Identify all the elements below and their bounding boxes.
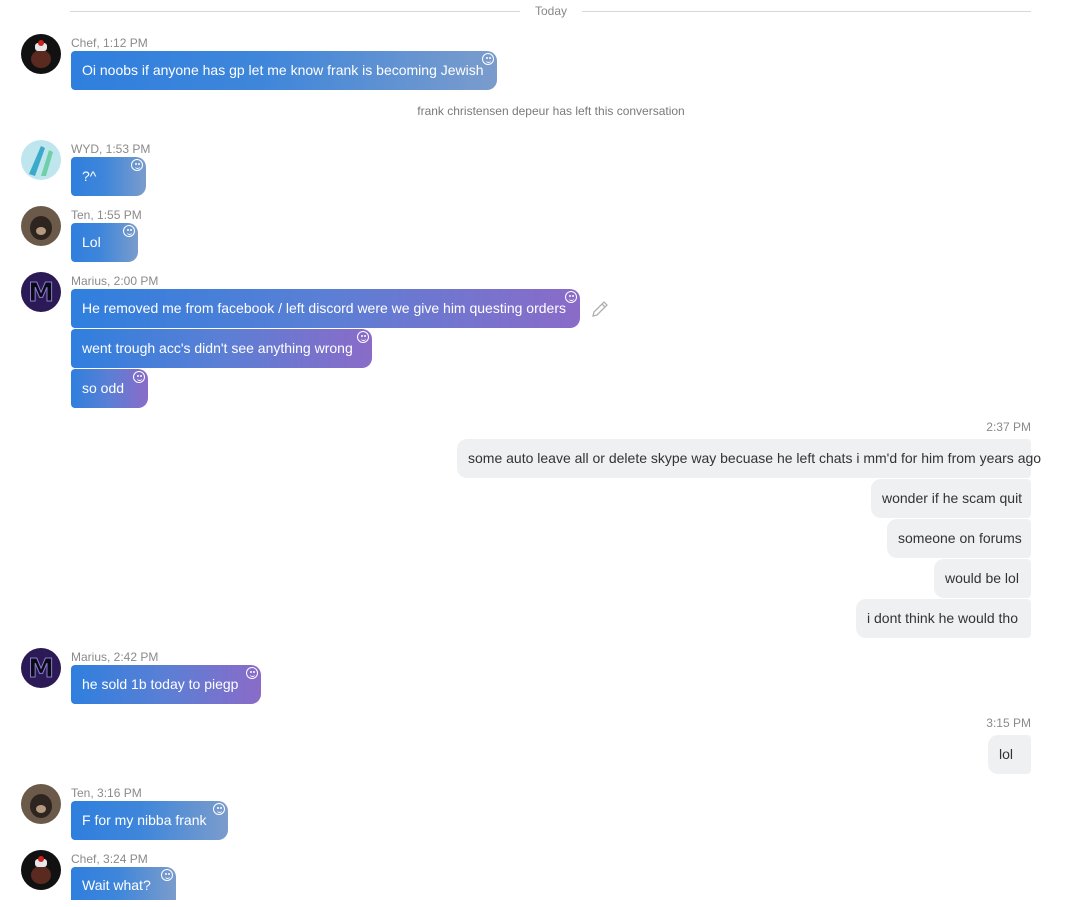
divider-line-right xyxy=(582,11,1031,12)
avatar-ten[interactable] xyxy=(21,784,61,824)
message-bubble-outgoing[interactable]: someone on forums xyxy=(887,519,1031,558)
avatar-ten[interactable] xyxy=(21,206,61,246)
message-bubble-outgoing[interactable]: some auto leave all or delete skype way … xyxy=(457,439,1041,478)
smiley-icon[interactable] xyxy=(565,291,577,303)
message-text: Wait what? xyxy=(82,877,151,893)
message-text: Oi noobs if anyone has gp let me know fr… xyxy=(82,62,484,78)
message-text: so odd xyxy=(82,380,125,396)
message-bubble[interactable]: so odd xyxy=(71,369,148,408)
message-bubble[interactable]: Wait what? xyxy=(71,867,176,900)
message-meta: Marius, 2:42 PM xyxy=(71,650,159,664)
message-meta: Chef, 1:12 PM xyxy=(71,36,148,50)
avatar-wyd[interactable] xyxy=(21,140,61,180)
message-text: would be lol xyxy=(945,570,1019,586)
smiley-icon[interactable] xyxy=(123,225,135,237)
message-bubble-outgoing[interactable]: would be lol xyxy=(934,559,1031,598)
avatar-marius[interactable]: M xyxy=(21,272,61,312)
message-text: some auto leave all or delete skype way … xyxy=(468,450,1042,466)
message-text: lol xyxy=(999,746,1014,762)
message-meta: Ten, 3:16 PM xyxy=(71,786,142,800)
smiley-icon[interactable] xyxy=(213,803,225,815)
message-meta: WYD, 1:53 PM xyxy=(71,142,151,156)
pencil-icon[interactable] xyxy=(590,299,610,319)
message-text: wonder if he scam quit xyxy=(882,490,1023,506)
message-bubble[interactable]: He removed me from facebook / left disco… xyxy=(71,289,580,328)
avatar-chef[interactable] xyxy=(21,34,61,74)
message-bubble-outgoing[interactable]: wonder if he scam quit xyxy=(871,479,1031,518)
smiley-icon[interactable] xyxy=(482,53,494,65)
system-notice: frank christensen depeur has left this c… xyxy=(417,104,685,118)
message-meta: Chef, 3:24 PM xyxy=(71,852,148,866)
message-text: ?^ xyxy=(82,168,97,184)
message-bubble[interactable]: went trough acc's didn't see anything wr… xyxy=(71,329,372,368)
smiley-icon[interactable] xyxy=(133,371,145,383)
message-bubble[interactable]: he sold 1b today to piegp xyxy=(71,665,261,704)
message-bubble[interactable]: ?^ xyxy=(71,157,146,196)
avatar-chef[interactable] xyxy=(21,850,61,890)
date-divider-label: Today xyxy=(534,4,568,18)
message-bubble-outgoing[interactable]: i dont think he would tho xyxy=(856,599,1031,638)
message-text: F for my nibba frank xyxy=(82,812,207,828)
message-text: Lol xyxy=(82,234,101,250)
message-meta: Marius, 2:00 PM xyxy=(71,274,159,288)
message-bubble[interactable]: Oi noobs if anyone has gp let me know fr… xyxy=(71,51,497,90)
message-meta: 3:15 PM xyxy=(986,716,1031,730)
message-meta: 2:37 PM xyxy=(986,420,1031,434)
smiley-icon[interactable] xyxy=(246,667,258,679)
smiley-icon[interactable] xyxy=(161,869,173,881)
message-bubble[interactable]: F for my nibba frank xyxy=(71,801,228,840)
message-bubble[interactable]: Lol xyxy=(71,223,138,262)
divider-line-left xyxy=(70,11,520,12)
message-meta: Ten, 1:55 PM xyxy=(71,208,142,222)
smiley-icon[interactable] xyxy=(131,159,143,171)
message-text: i dont think he would tho xyxy=(867,610,1018,626)
message-text: He removed me from facebook / left disco… xyxy=(82,300,566,316)
avatar-marius[interactable]: M xyxy=(21,648,61,688)
message-bubble-outgoing[interactable]: lol xyxy=(988,735,1031,774)
message-text: someone on forums xyxy=(898,530,1022,546)
svg-text:M: M xyxy=(28,278,54,308)
message-text: he sold 1b today to piegp xyxy=(82,676,239,692)
smiley-icon[interactable] xyxy=(357,331,369,343)
svg-text:M: M xyxy=(28,654,54,684)
message-text: went trough acc's didn't see anything wr… xyxy=(82,340,353,356)
